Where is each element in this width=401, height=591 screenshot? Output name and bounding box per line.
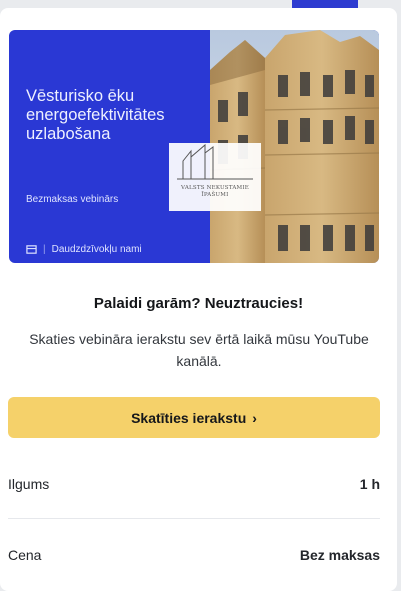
webinar-banner: Vēsturisko ēku energoefektivitātes uzlab… bbox=[9, 30, 379, 263]
logo-text-line2: ĪPAŠUMI bbox=[201, 192, 229, 198]
detail-row-duration: Ilgums 1 h bbox=[8, 469, 380, 499]
headline: Palaidi garām? Neuztraucies! bbox=[93, 295, 304, 312]
banner-location-label: Daudzdzīvokļu nami bbox=[51, 244, 142, 255]
banner-title: Vēsturisko ēku energoefektivitātes uzlab… bbox=[26, 87, 165, 143]
banner-location: | Daudzdzīvokļu nami bbox=[26, 244, 142, 255]
description: Skaties vebināra ierakstu sev ērtā laikā… bbox=[29, 331, 369, 369]
detail-row-price: Cena Bez maksas bbox=[8, 540, 380, 570]
banner-subtitle: Bezmaksas vebinārs bbox=[26, 194, 119, 205]
watch-recording-button[interactable]: Skatīties ierakstu › bbox=[8, 397, 380, 438]
webinar-card: Vēsturisko ēku energoefektivitātes uzlab… bbox=[0, 8, 397, 591]
detail-value: Bez maksas bbox=[299, 547, 380, 563]
vni-logo: VALSTS NEKUSTAMIE ĪPAŠUMI bbox=[169, 143, 261, 211]
detail-value: 1 h bbox=[359, 476, 380, 492]
divider bbox=[8, 518, 380, 519]
detail-label: Cena bbox=[8, 547, 42, 563]
chevron-right-icon: › bbox=[252, 409, 257, 426]
building-icon bbox=[26, 245, 37, 254]
detail-label: Ilgums bbox=[8, 476, 50, 492]
watch-recording-label: Skatīties ierakstu bbox=[131, 409, 247, 426]
top-accent-bar bbox=[292, 0, 358, 8]
logo-text-line1: VALSTS NEKUSTAMIE bbox=[181, 185, 249, 191]
